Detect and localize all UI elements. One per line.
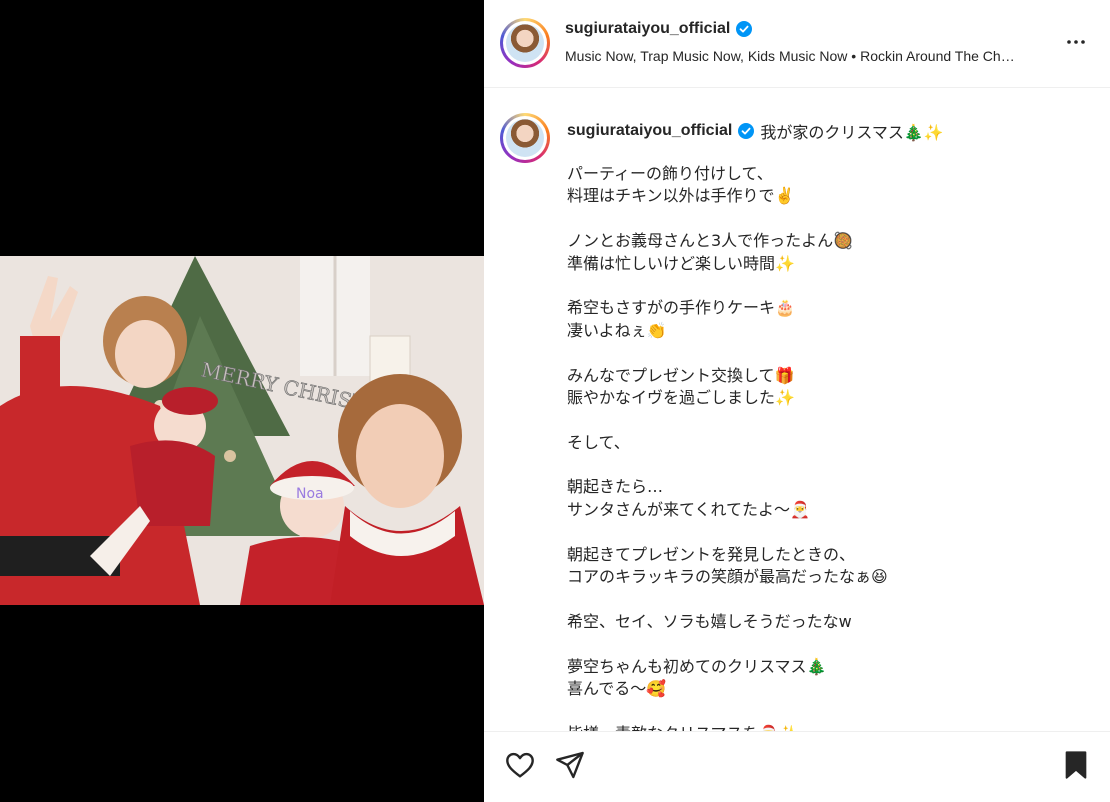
caption-line: 皆様、素敵なクリスマスを🎅✨ <box>567 723 1087 731</box>
caption-username[interactable]: sugiurataiyou_official <box>567 122 732 140</box>
caption-area: sugiurataiyou_official 我が家のクリスマス🎄✨ パーティー… <box>484 89 1110 731</box>
post-header: sugiurataiyou_official Music Now, Trap M… <box>484 0 1110 88</box>
caption-avatar[interactable] <box>500 113 550 163</box>
caption-line: 賑やかなイヴを過ごしました✨ <box>567 387 795 407</box>
send-icon[interactable] <box>554 749 586 781</box>
headband-text: Noa <box>296 486 324 502</box>
caption-line: 希空もさすがの手作りケーキ🎂 <box>567 298 795 318</box>
caption-line: サンタさんが来てくれてたよ〜🎅 <box>567 499 810 519</box>
caption-line: パーティーの飾り付けして、 <box>567 164 773 183</box>
caption-line: 喜んでる〜🥰 <box>567 678 667 698</box>
caption-header-row: sugiurataiyou_official 我が家のクリスマス🎄✨ <box>567 119 944 143</box>
caption-line: 朝起きたら… <box>567 477 664 497</box>
heart-icon[interactable] <box>504 749 536 781</box>
caption-line: 夢空ちゃんも初めてのクリスマス🎄 <box>567 656 827 676</box>
header-username[interactable]: sugiurataiyou_official <box>565 20 730 38</box>
verified-badge-icon <box>736 21 753 37</box>
post-detail-panel: sugiurataiyou_official Music Now, Trap M… <box>484 0 1110 802</box>
caption-line: 朝起きてプレゼントを発見したときの、 <box>567 544 856 564</box>
header-avatar[interactable] <box>500 18 550 68</box>
caption-line: ノンとお義母さんと3人で作ったよん🥘 <box>567 231 854 251</box>
verified-badge-icon <box>738 123 755 139</box>
caption-line: コアのキラッキラの笑顔が最高だったなぁ😆 <box>567 567 888 587</box>
action-bar <box>484 731 1110 802</box>
caption-text: パーティーの飾り付けして、料理はチキン以外は手作りで✌️ ノンとお義母さんと3人で… <box>567 163 1087 731</box>
caption-line: 料理はチキン以外は手作りで✌️ <box>567 186 795 206</box>
family-christmas-photo: MERRY CHRISTMAS Noa <box>0 256 484 605</box>
more-options-icon[interactable] <box>1062 28 1090 56</box>
caption-line: そして、 <box>567 432 630 452</box>
audio-attribution[interactable]: Music Now, Trap Music Now, Kids Music No… <box>565 48 1045 64</box>
caption-line: みんなでプレゼント交換して🎁 <box>567 365 795 385</box>
caption-first-line: 我が家のクリスマス🎄✨ <box>760 125 944 142</box>
caption-line: 希空、セイ、ソラも嬉しそうだったなw <box>567 611 852 631</box>
post-media: MERRY CHRISTMAS Noa <box>0 0 484 802</box>
bookmark-icon[interactable] <box>1060 749 1092 781</box>
header-username-row: sugiurataiyou_official <box>565 20 753 38</box>
post-photo[interactable]: MERRY CHRISTMAS Noa <box>0 256 484 605</box>
caption-line: 準備は忙しいけど楽しい時間✨ <box>567 253 795 273</box>
caption-line: 凄いよねぇ👏 <box>567 320 667 340</box>
